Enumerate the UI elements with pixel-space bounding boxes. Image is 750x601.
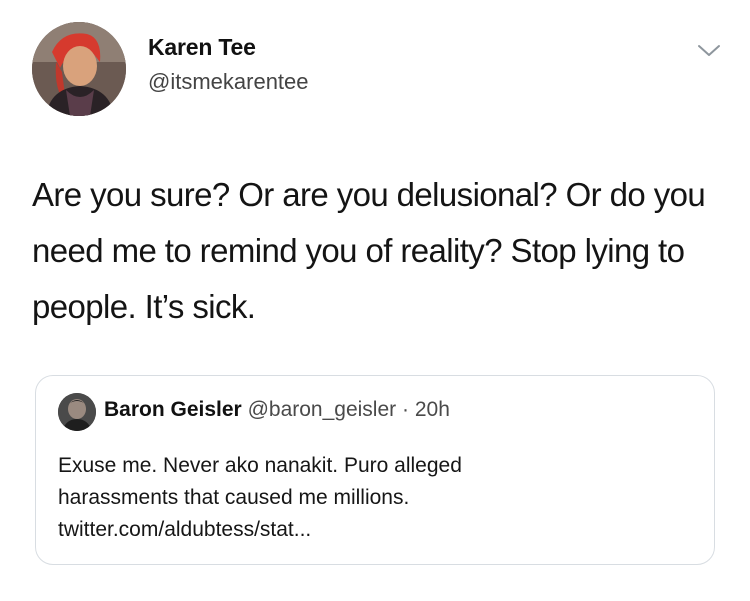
- quoted-tweet-text: Exuse me. Never ako nanakit. Puro allege…: [58, 450, 698, 546]
- tweet-text: Are you sure? Or are you delusional? Or …: [32, 176, 706, 325]
- quoted-tweet-header: Baron Geisler @baron_geisler · 20h: [104, 398, 450, 422]
- quoted-avatar-photo-icon: [58, 393, 96, 431]
- quoted-tweet-card[interactable]: Baron Geisler @baron_geisler · 20h Exuse…: [35, 375, 715, 565]
- quoted-author-name[interactable]: Baron Geisler: [104, 398, 242, 421]
- header-separator: ·: [402, 398, 409, 421]
- author-name[interactable]: Karen Tee: [148, 34, 256, 61]
- chevron-down-icon[interactable]: [695, 40, 723, 60]
- author-avatar[interactable]: [32, 22, 126, 116]
- quoted-author-avatar[interactable]: [58, 393, 96, 431]
- tweet-card: Karen Tee @itsmekarentee Are you sure? O…: [0, 0, 750, 601]
- quoted-text-line: harassments that caused me millions.: [58, 486, 410, 509]
- quoted-tweet-timestamp[interactable]: 20h: [415, 398, 450, 421]
- avatar-photo-icon: [32, 22, 126, 116]
- quoted-text-line: Exuse me. Never ako nanakit. Puro allege…: [58, 454, 462, 477]
- author-handle[interactable]: @itsmekarentee: [148, 69, 309, 95]
- quoted-tweet-link[interactable]: twitter.com/aldubtess/stat...: [58, 514, 698, 546]
- quoted-author-handle[interactable]: @baron_geisler: [248, 398, 397, 421]
